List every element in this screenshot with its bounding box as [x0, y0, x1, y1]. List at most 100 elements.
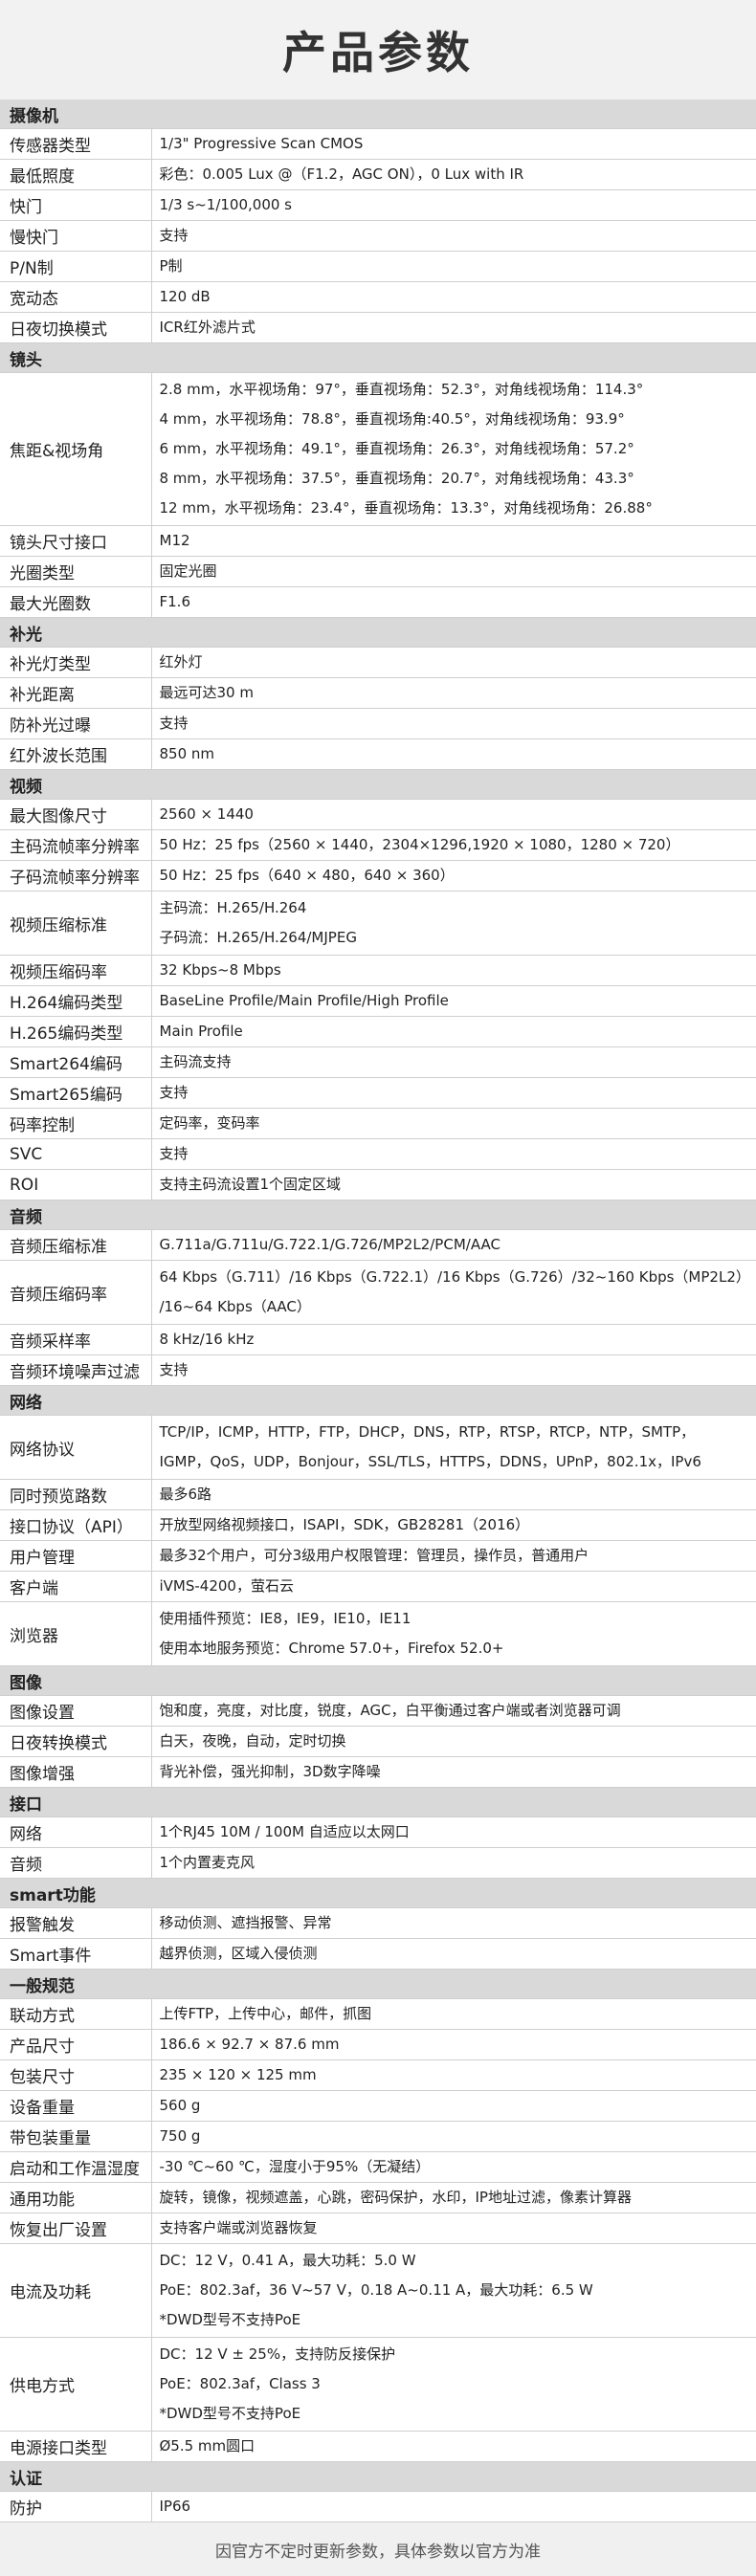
spec-value: G.711a/G.711u/G.722.1/G.726/MP2L2/PCM/AA…	[151, 1229, 756, 1261]
spec-value: DC：12 V，0.41 A，最大功耗：5.0 W PoE：802.3af，36 …	[151, 2243, 756, 2338]
spec-value-line: 白天，夜晚，自动，定时切换	[159, 1732, 346, 1750]
spec-value-line: 235 × 120 × 125 mm	[159, 2066, 317, 2083]
section-title: 摄像机	[0, 99, 756, 129]
spec-value-line: 4 mm，水平视场角：78.8°，垂直视场角:40.5°，对角线视场角：93.9…	[159, 410, 625, 428]
spec-value-line: 1个RJ45 10M / 100M 自适应以太网口	[159, 1823, 410, 1840]
spec-value: 主码流支持	[151, 1046, 756, 1078]
spec-label: 传感器类型	[0, 128, 152, 160]
spec-value: 最多32个用户，可分3级用户权限管理：管理员，操作员，普通用户	[151, 1540, 756, 1572]
spec-value: ICR红外滤片式	[151, 312, 756, 343]
spec-value-line: 使用插件预览：IE8，IE9，IE10，IE11	[159, 1610, 411, 1627]
spec-row: 日夜转换模式 白天，夜晚，自动，定时切换	[0, 1726, 756, 1757]
spec-value-line: 850 nm	[159, 745, 215, 762]
spec-row: 焦距&视场角 2.8 mm，水平视场角：97°，垂直视场角：52.3°，对角线视场…	[0, 372, 756, 526]
spec-value: 旋转，镜像，视频遮盖，心跳，密码保护，水印，IP地址过滤，像素计算器	[151, 2182, 756, 2213]
spec-value: 支持客户端或浏览器恢复	[151, 2213, 756, 2244]
spec-value-line: 支持主码流设置1个固定区域	[159, 1176, 342, 1193]
spec-value: BaseLine Profile/Main Profile/High Profi…	[151, 985, 756, 1017]
spec-row: 联动方式 上传FTP，上传中心，邮件，抓图	[0, 1998, 756, 2030]
spec-value-line: 旋转，镜像，视频遮盖，心跳，密码保护，水印，IP地址过滤，像素计算器	[159, 2189, 632, 2206]
spec-row: 报警触发 移动侦测、遮挡报警、异常	[0, 1907, 756, 1939]
spec-value: TCP/IP，ICMP，HTTP，FTP，DHCP，DNS，RTP，RTSP，R…	[151, 1415, 756, 1480]
spec-value: 支持	[151, 1138, 756, 1170]
spec-row: 电源接口类型 Ø5.5 mm圆口	[0, 2431, 756, 2462]
section-title: 补光	[0, 617, 756, 648]
spec-value-line: ICR红外滤片式	[159, 319, 256, 336]
spec-label: H.264编码类型	[0, 985, 152, 1017]
spec-row: Smart264编码 主码流支持	[0, 1046, 756, 1078]
spec-row: 最大图像尺寸 2560 × 1440	[0, 799, 756, 830]
spec-value-line: 最多6路	[159, 1486, 212, 1503]
spec-row: 浏览器 使用插件预览：IE8，IE9，IE10，IE11 使用本地服务预览：Chro…	[0, 1601, 756, 1666]
spec-row: 产品尺寸 186.6 × 92.7 × 87.6 mm	[0, 2029, 756, 2060]
spec-value-line: G.711a/G.711u/G.722.1/G.726/MP2L2/PCM/AA…	[159, 1236, 500, 1253]
spec-row: 防护 IP66	[0, 2491, 756, 2522]
spec-value: Ø5.5 mm圆口	[151, 2431, 756, 2462]
spec-value-line: 饱和度，亮度，对比度，锐度，AGC，白平衡通过客户端或者浏览器可调	[159, 1702, 621, 1719]
spec-value: 支持	[151, 1077, 756, 1109]
spec-label: 宽动态	[0, 281, 152, 313]
section-title: smart功能	[0, 1878, 756, 1908]
spec-row: 防补光过曝 支持	[0, 708, 756, 739]
spec-row: 同时预览路数 最多6路	[0, 1479, 756, 1510]
spec-row: 镜头尺寸接口 M12	[0, 525, 756, 557]
spec-value: 最多6路	[151, 1479, 756, 1510]
spec-value-line: PoE：802.3af，Class 3	[159, 2375, 321, 2392]
spec-label: 日夜切换模式	[0, 312, 152, 343]
spec-row: 音频采样率 8 kHz/16 kHz	[0, 1324, 756, 1355]
spec-label: 视频压缩标准	[0, 891, 152, 956]
spec-value: 支持	[151, 708, 756, 739]
spec-label: 最低照度	[0, 159, 152, 190]
spec-row: 网络 1个RJ45 10M / 100M 自适应以太网口	[0, 1816, 756, 1848]
spec-label: 视频压缩码率	[0, 955, 152, 986]
spec-value: 支持主码流设置1个固定区域	[151, 1169, 756, 1200]
spec-row: 码率控制 定码率，变码率	[0, 1108, 756, 1139]
spec-label: 同时预览路数	[0, 1479, 152, 1510]
spec-value-line: 12 mm，水平视场角：23.4°，垂直视场角：13.3°，对角线视场角：26.…	[159, 499, 653, 517]
spec-value-line: 使用本地服务预览：Chrome 57.0+，Firefox 52.0+	[159, 1640, 504, 1657]
spec-row: 视频压缩标准 主码流：H.265/H.264 子码流：H.265/H.264/MJP…	[0, 891, 756, 956]
spec-row: Smart265编码 支持	[0, 1077, 756, 1109]
spec-value: 支持	[151, 1354, 756, 1386]
section-header: 接口	[0, 1787, 756, 1817]
spec-label: 启动和工作温湿度	[0, 2151, 152, 2183]
spec-value-line: 2560 × 1440	[159, 805, 254, 823]
spec-value-line: PoE：802.3af，36 V~57 V，0.18 A~0.11 A，最大功耗…	[159, 2281, 593, 2299]
spec-value-line: 上传FTP，上传中心，邮件，抓图	[159, 2005, 372, 2022]
spec-row: 电流及功耗 DC：12 V，0.41 A，最大功耗：5.0 W PoE：802.3a…	[0, 2243, 756, 2338]
spec-label: 音频压缩标准	[0, 1229, 152, 1261]
footer-note: 因官方不定时更新参数，具体参数以官方为准	[0, 2522, 756, 2576]
spec-label: 恢复出厂设置	[0, 2213, 152, 2244]
spec-value-line: *DWD型号不支持PoE	[159, 2311, 301, 2328]
section-header: 一般规范	[0, 1969, 756, 1999]
section-title: 接口	[0, 1787, 756, 1817]
spec-value: iVMS-4200，萤石云	[151, 1571, 756, 1602]
spec-value-line: 最远可达30 m	[159, 684, 254, 701]
section-title: 网络	[0, 1385, 756, 1416]
spec-value-line: Main Profile	[159, 1023, 243, 1040]
spec-row: 带包装重量 750 g	[0, 2121, 756, 2152]
spec-value: M12	[151, 525, 756, 557]
spec-row: Smart事件 越界侦测，区域入侵侦测	[0, 1938, 756, 1970]
spec-value-line: *DWD型号不支持PoE	[159, 2405, 301, 2422]
spec-value-line: /16~64 Kbps（AAC）	[159, 1298, 311, 1315]
spec-label: 子码流帧率分辨率	[0, 860, 152, 892]
spec-value: 开放型网络视频接口，ISAPI，SDK，GB28281（2016）	[151, 1509, 756, 1541]
spec-label: 网络协议	[0, 1415, 152, 1480]
spec-value: 50 Hz：25 fps（640 × 480，640 × 360）	[151, 860, 756, 892]
spec-value-line: 最多32个用户，可分3级用户权限管理：管理员，操作员，普通用户	[159, 1547, 589, 1564]
spec-row: 最低照度 彩色：0.005 Lux @（F1.2，AGC ON），0 Lux wi…	[0, 159, 756, 190]
spec-row: 用户管理 最多32个用户，可分3级用户权限管理：管理员，操作员，普通用户	[0, 1540, 756, 1572]
spec-row: 音频环境噪声过滤 支持	[0, 1354, 756, 1386]
spec-row: 子码流帧率分辨率 50 Hz：25 fps（640 × 480，640 × 360…	[0, 860, 756, 892]
section-header: 补光	[0, 617, 756, 648]
spec-label: Smart事件	[0, 1938, 152, 1970]
spec-row: P/N制 P制	[0, 251, 756, 282]
spec-table-body: 摄像机 传感器类型 1/3" Progressive Scan CMOS 最低照度 彩色…	[0, 99, 756, 2522]
spec-value-line: 主码流支持	[159, 1053, 232, 1070]
spec-value-line: 支持	[159, 1145, 189, 1162]
section-title: 认证	[0, 2461, 756, 2492]
spec-label: 音频	[0, 1847, 152, 1879]
spec-row: 通用功能 旋转，镜像，视频遮盖，心跳，密码保护，水印，IP地址过滤，像素计算器	[0, 2182, 756, 2213]
spec-value: 上传FTP，上传中心，邮件，抓图	[151, 1998, 756, 2030]
